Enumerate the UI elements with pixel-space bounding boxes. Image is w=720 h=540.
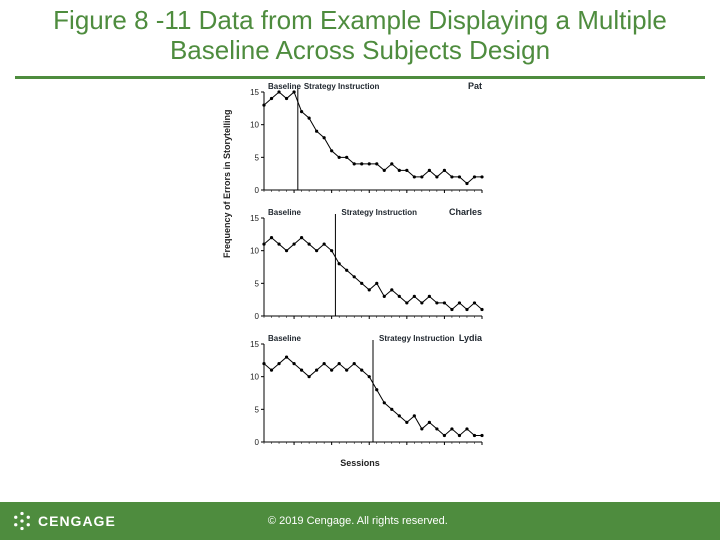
chart-panel-lydia: 0 5 10 15 Baseline Strategy Instruction Lydia [230, 330, 490, 456]
svg-text:Baseline: Baseline [268, 334, 301, 343]
svg-text:15: 15 [250, 88, 259, 97]
svg-text:5: 5 [255, 405, 260, 414]
svg-text:5: 5 [255, 279, 260, 288]
footer-bar: CENGAGE © 2019 Cengage. All rights reser… [0, 502, 720, 540]
svg-text:Strategy Instruction: Strategy Instruction [341, 208, 417, 217]
svg-text:Baseline: Baseline [268, 82, 301, 91]
svg-text:0: 0 [255, 438, 260, 447]
svg-text:10: 10 [250, 121, 259, 130]
cengage-asterisk-icon [12, 511, 32, 531]
svg-text:Strategy Instruction: Strategy Instruction [379, 334, 455, 343]
copyright-text: © 2019 Cengage. All rights reserved. [116, 515, 720, 527]
slide: Figure 8 -11 Data from Example Displayin… [0, 0, 720, 540]
svg-text:Baseline: Baseline [268, 208, 301, 217]
svg-text:10: 10 [250, 373, 259, 382]
brand-logo: CENGAGE [0, 511, 116, 531]
chart-panel-charles: 0 5 10 15 Baseline Strategy Instruction Charle… [230, 204, 490, 330]
chart-panel: 0 5 10 15 BaselineStrategy Instruction Pat [230, 78, 490, 204]
svg-text:15: 15 [250, 340, 259, 349]
chart-panel-pat: 0 5 10 15 BaselineStrategy Instruction Pat [230, 78, 490, 204]
multiple-baseline-chart: Frequency of Errors in Storytelling 0510… [230, 78, 490, 483]
svg-text:10: 10 [250, 247, 259, 256]
svg-text:Strategy Instruction: Strategy Instruction [304, 82, 380, 91]
brand-name: CENGAGE [38, 513, 116, 529]
chart-panel: 0 5 10 15 Baseline Strategy Instruction Lydia [230, 330, 490, 456]
chart-panel: 0 5 10 15 Baseline Strategy Instruction Charle… [230, 204, 490, 330]
svg-text:15: 15 [250, 214, 259, 223]
svg-text:Lydia: Lydia [459, 333, 483, 343]
svg-text:Charles: Charles [449, 207, 482, 217]
svg-text:0: 0 [255, 312, 260, 321]
slide-title: Figure 8 -11 Data from Example Displayin… [0, 0, 720, 76]
svg-text:0: 0 [255, 186, 260, 195]
svg-text:5: 5 [255, 153, 260, 162]
x-axis-label: Sessions [230, 458, 490, 468]
svg-text:Pat: Pat [468, 81, 482, 91]
